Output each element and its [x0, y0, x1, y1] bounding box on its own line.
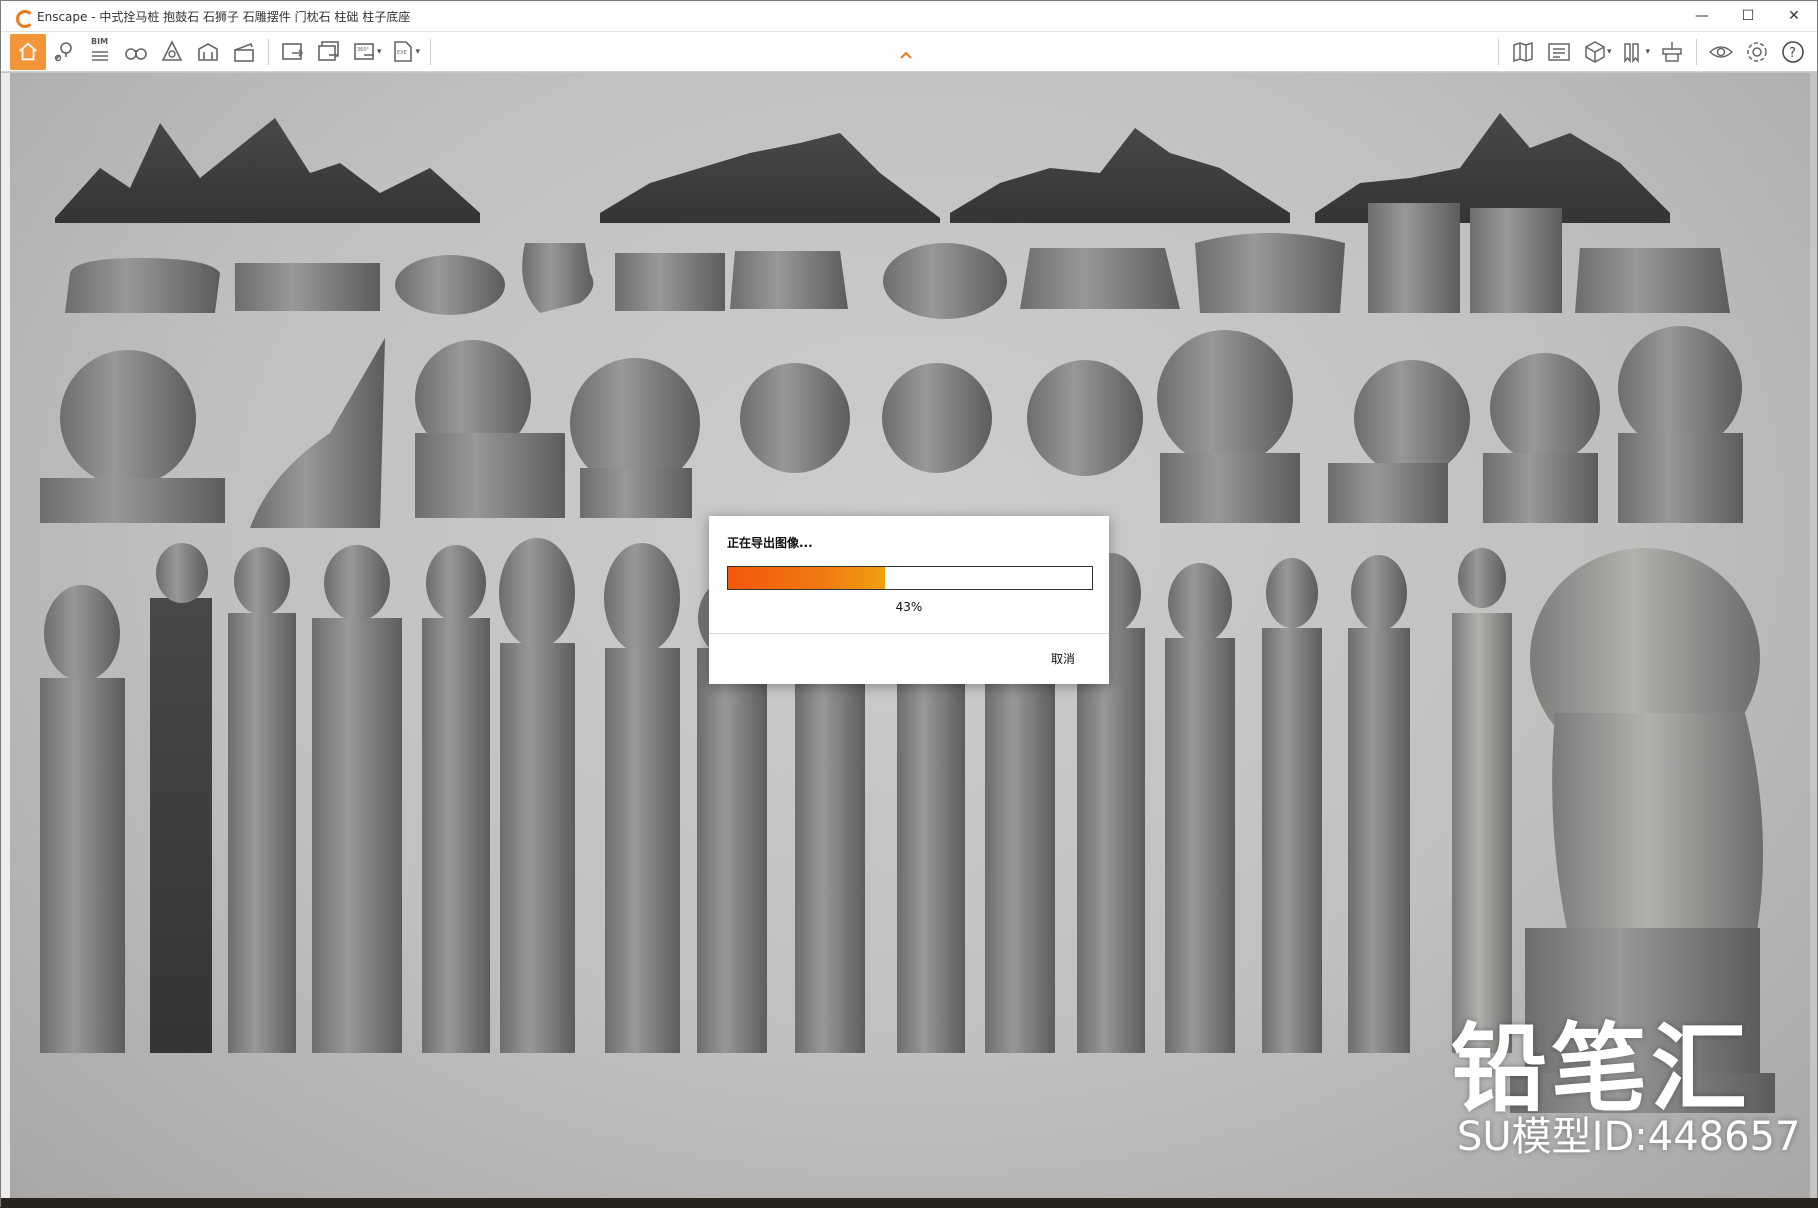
export-progress-dialog: 正在导出图像... 43% 取消: [709, 516, 1109, 684]
bookmarks-icon: [1624, 42, 1640, 63]
material-editor-icon: [1548, 42, 1570, 61]
settings-icon: [1747, 41, 1767, 62]
close-button[interactable]: ✕: [1771, 1, 1817, 31]
svg-text:EXE: EXE: [397, 50, 407, 56]
maximize-button[interactable]: ☐: [1725, 1, 1771, 31]
export-button[interactable]: EXE: [386, 34, 422, 70]
model-id-watermark: SU模型ID:448657: [1457, 1114, 1801, 1160]
capture-button[interactable]: [154, 34, 190, 70]
progress-fill: [728, 567, 885, 589]
upload-icon: [1662, 41, 1682, 62]
toolbar-right-group: ▾ ▾ ?: [1492, 34, 1811, 70]
enscape-logo-icon: [15, 8, 34, 28]
view-button[interactable]: [118, 34, 154, 70]
toolbar-separator: [1696, 38, 1697, 65]
minimize-button[interactable]: —: [1679, 1, 1725, 31]
svg-text:?: ?: [1789, 46, 1796, 61]
location-pin-icon: [54, 41, 72, 61]
binoculars-icon: [125, 47, 147, 60]
asset-library-button[interactable]: [1505, 34, 1541, 70]
bookmarks-button[interactable]: [1615, 34, 1651, 70]
dialog-divider: [709, 633, 1109, 634]
clapperboard-icon: [234, 42, 254, 62]
asset-library-icon: [1513, 41, 1533, 62]
export-progress-bar: [727, 566, 1093, 590]
location-button[interactable]: [46, 34, 82, 70]
window-title: Enscape - 中式拴马桩 抱鼓石 石狮子 石雕摆件 门枕石 柱础 柱子底座: [37, 9, 411, 24]
capture-icon: [161, 39, 183, 61]
cancel-button[interactable]: 取消: [1051, 650, 1075, 667]
panorama-360-icon: 360°: [354, 42, 374, 60]
panorama-button[interactable]: 360°: [347, 34, 383, 70]
dialog-title: 正在导出图像...: [727, 536, 813, 550]
home-button[interactable]: [10, 33, 46, 70]
main-toolbar: BIM 360° ▾ EXE ▾ ▾ ▾ ?: [1, 32, 1817, 72]
screenshot-icon: [282, 42, 304, 60]
progress-percent: 43%: [895, 600, 923, 614]
building-icon: [198, 42, 218, 61]
enscape-window: Enscape - 中式拴马桩 抱鼓石 石狮子 石雕摆件 门枕石 柱础 柱子底座…: [0, 0, 1818, 1208]
eye-icon: [1708, 45, 1734, 58]
toolbar-separator: [1497, 38, 1499, 65]
building-button[interactable]: [190, 34, 226, 70]
help-button[interactable]: ?: [1775, 34, 1811, 70]
settings-button[interactable]: [1739, 34, 1775, 70]
visual-settings-button[interactable]: [1703, 34, 1739, 70]
drum-stone-row: [40, 326, 1743, 528]
svg-text:360°: 360°: [357, 47, 370, 53]
cube-views-icon: [1585, 40, 1605, 63]
bim-button[interactable]: BIM: [82, 34, 118, 70]
bim-label: BIM: [91, 36, 109, 46]
batch-render-button[interactable]: [311, 34, 347, 70]
upload-button[interactable]: [1654, 34, 1690, 70]
toolbar-separator: [430, 38, 432, 65]
material-editor-button[interactable]: [1541, 34, 1577, 70]
views-button[interactable]: [1577, 34, 1613, 70]
export-exe-icon: EXE: [393, 40, 412, 62]
title-bar: Enscape - 中式拴马桩 抱鼓石 石狮子 石雕摆件 门枕石 柱础 柱子底座…: [1, 1, 1817, 32]
screenshot-button[interactable]: [275, 34, 311, 70]
help-icon: ?: [1782, 40, 1804, 63]
video-editor-button[interactable]: [226, 34, 262, 70]
left-edge-strip: [1, 73, 10, 1198]
toolbar-separator: [268, 38, 269, 65]
batch-render-icon: [318, 40, 339, 61]
home-icon: [19, 42, 37, 60]
collapse-toolbar-icon[interactable]: [899, 48, 913, 62]
window-controls: — ☐ ✕: [1679, 1, 1817, 31]
